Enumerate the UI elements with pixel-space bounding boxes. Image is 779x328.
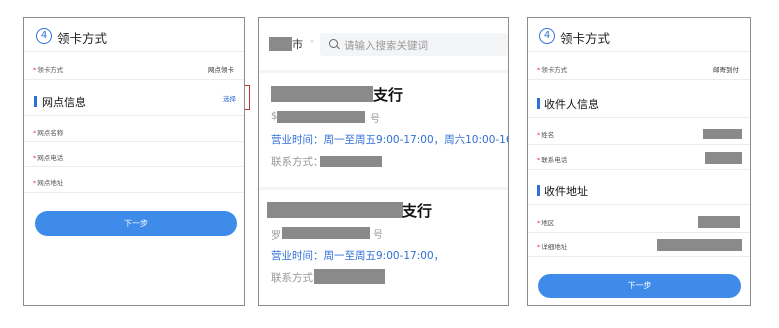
branch-address-suffix: 号 bbox=[373, 230, 383, 241]
divider bbox=[24, 51, 244, 52]
contact-label: 联系方式： bbox=[271, 156, 324, 168]
branch-address-redacted bbox=[282, 227, 370, 239]
select-branch-link[interactable]: 选择 bbox=[223, 93, 236, 103]
branch-list-item[interactable]: 支行 $ 号 营业时间：周一至周五9:00-17:00，周六10:00-16:0… bbox=[259, 73, 509, 187]
divider bbox=[528, 256, 750, 257]
region-redacted[interactable] bbox=[698, 216, 740, 228]
branch-name-label: *网点名称 bbox=[33, 129, 64, 137]
divider bbox=[528, 232, 750, 233]
divider bbox=[24, 141, 244, 142]
branch-search-panel: 市 ⌄ 请输入搜索关键词 支行 $ 号 营业时间：周一至周五9:00-17:00… bbox=[258, 17, 509, 306]
divider bbox=[528, 117, 750, 118]
recipient-phone-redacted[interactable] bbox=[705, 152, 742, 164]
divider bbox=[528, 79, 750, 80]
step-number-badge: 4 bbox=[539, 28, 555, 44]
contact-redacted bbox=[314, 269, 385, 284]
section-accent-bar bbox=[537, 185, 540, 196]
search-input[interactable]: 请输入搜索关键词 bbox=[320, 33, 508, 56]
search-top-bar: 市 ⌄ 请输入搜索关键词 bbox=[259, 18, 508, 70]
contact-redacted bbox=[320, 156, 382, 167]
branch-phone-label: *网点电话 bbox=[33, 154, 64, 162]
divider bbox=[24, 115, 244, 116]
mail-delivery-form-panel: 4 领卡方式 *领卡方式 邮寄到付 收件人信息 *姓名 *联系电话 收件地址 *… bbox=[527, 17, 751, 306]
step-title: 领卡方式 bbox=[560, 31, 611, 46]
divider bbox=[528, 169, 750, 170]
step-title: 领卡方式 bbox=[57, 31, 108, 46]
next-step-button[interactable]: 下一步 bbox=[35, 211, 237, 236]
card-method-label: *领卡方式 bbox=[537, 66, 568, 74]
step-number-badge: 4 bbox=[36, 28, 52, 44]
recipient-name-label: *姓名 bbox=[537, 131, 555, 139]
chevron-down-icon[interactable]: ⌄ bbox=[309, 36, 315, 44]
branch-address-label: *网点地址 bbox=[33, 179, 64, 187]
branch-name-redacted bbox=[271, 86, 373, 102]
business-hours: 营业时间：周一至周五9:00-17:00，周六10:00-16:00 bbox=[271, 134, 509, 146]
divider bbox=[528, 51, 750, 52]
section-accent-bar bbox=[537, 98, 540, 109]
divider bbox=[24, 192, 244, 193]
divider bbox=[528, 204, 750, 205]
branch-name-redacted bbox=[267, 202, 403, 218]
connector-bracket bbox=[245, 85, 250, 110]
search-icon bbox=[329, 39, 338, 48]
business-hours: 营业时间：周一至周五9:00-17:00， bbox=[271, 250, 445, 262]
region-label: *地区 bbox=[537, 219, 555, 227]
section-title-branch-info: 网点信息 bbox=[42, 96, 86, 109]
recipient-name-redacted[interactable] bbox=[703, 129, 742, 139]
recipient-phone-label: *联系电话 bbox=[537, 156, 568, 164]
card-method-label: *领卡方式 bbox=[33, 66, 64, 74]
branch-address-suffix: 号 bbox=[370, 114, 380, 125]
city-selector[interactable]: 市 bbox=[292, 36, 303, 52]
section-title-recipient: 收件人信息 bbox=[544, 98, 599, 111]
card-method-value[interactable]: 邮寄到付 bbox=[713, 64, 739, 74]
search-placeholder: 请输入搜索关键词 bbox=[344, 40, 428, 52]
divider bbox=[24, 166, 244, 167]
section-accent-bar bbox=[34, 96, 37, 107]
branch-pickup-form-panel: 4 领卡方式 *领卡方式 网点领卡 网点信息 选择 *网点名称 *网点电话 *网… bbox=[23, 17, 245, 306]
section-title-shipping-address: 收件地址 bbox=[544, 185, 588, 198]
branch-list-item[interactable]: 支行 罗 号 营业时间：周一至周五9:00-17:00， 联系方式： bbox=[259, 190, 508, 305]
branch-address-redacted bbox=[277, 111, 365, 123]
divider bbox=[24, 79, 244, 80]
branch-address-prefix: 罗 bbox=[271, 231, 281, 242]
detail-address-redacted[interactable] bbox=[657, 239, 742, 251]
city-name-redacted bbox=[269, 37, 292, 51]
next-step-button[interactable]: 下一步 bbox=[538, 274, 741, 298]
detail-address-label: *详细地址 bbox=[537, 243, 568, 251]
branch-name: 支行 bbox=[373, 86, 404, 104]
divider bbox=[528, 144, 750, 145]
card-method-value[interactable]: 网点领卡 bbox=[208, 64, 234, 74]
branch-name: 支行 bbox=[402, 202, 433, 220]
